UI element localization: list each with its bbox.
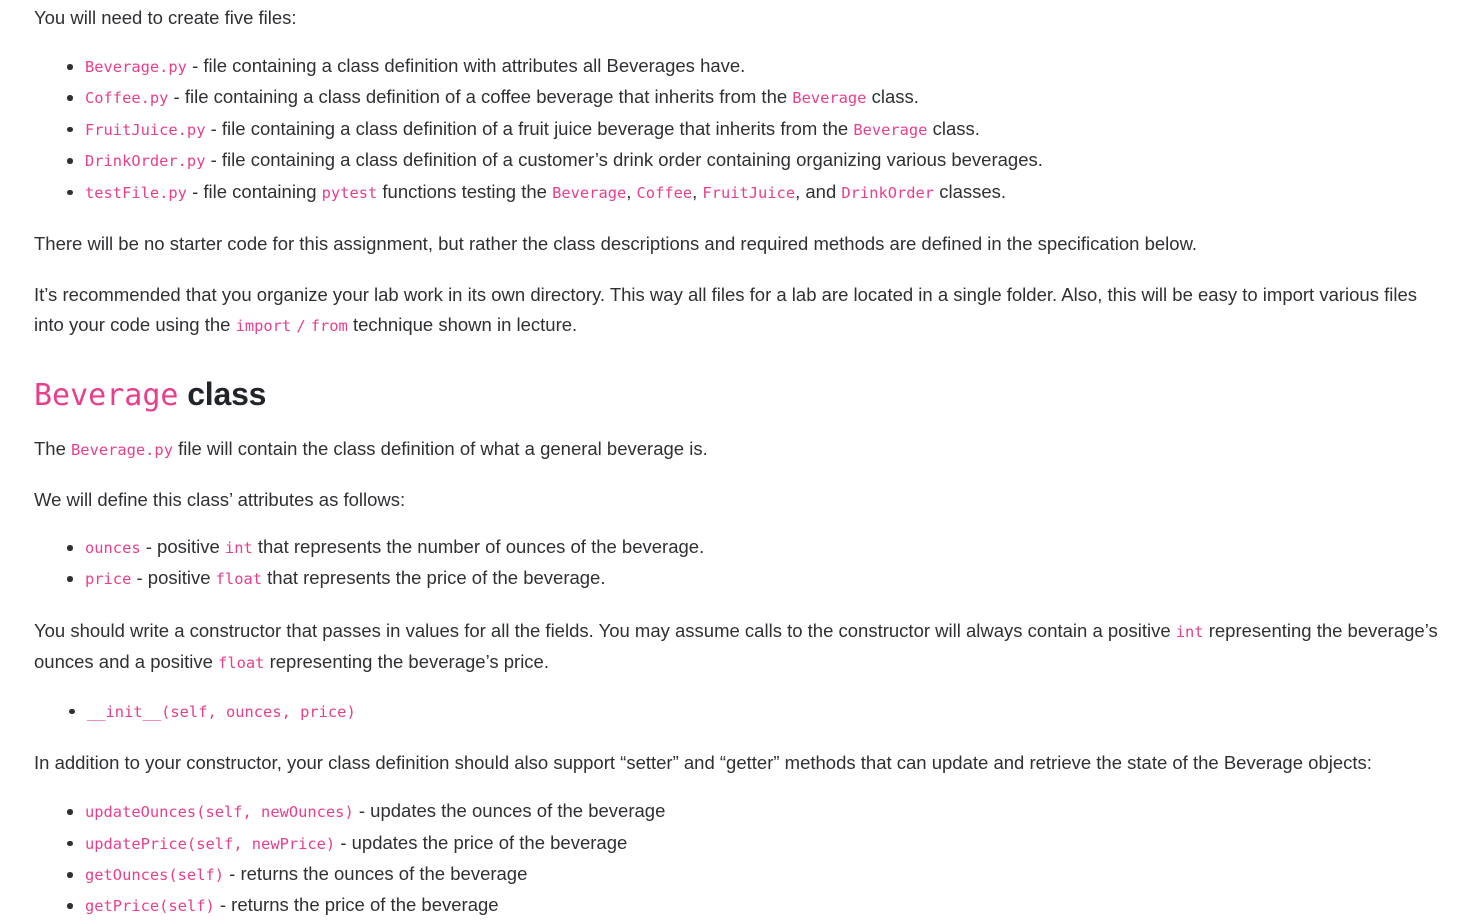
paragraph-text: technique shown in lecture. [347, 314, 578, 336]
heading-label: class [187, 376, 267, 413]
inline-code: ounces [85, 539, 141, 558]
list-item: updateOunces(self, newOunces) - updates … [34, 796, 1438, 827]
list-item-text: class. [927, 117, 980, 139]
inline-code: Coffee.py [85, 89, 169, 108]
list-item: Coffee.py - file containing a class defi… [34, 82, 1438, 113]
paragraph-text: You should write a constructor that pass… [34, 619, 1176, 641]
heading-inline-code: Beverage [34, 378, 179, 414]
list-item-text: - file containing a class definition wit… [186, 55, 746, 76]
inline-code: FruitJuice [702, 183, 796, 202]
inline-code: updateOunces(self, newOunces) [85, 803, 354, 822]
list-item-text: - file containing a class definition of … [205, 149, 1043, 171]
inline-code: getPrice(self) [85, 897, 215, 916]
list-item-text: that represents the price of the beverag… [262, 567, 606, 589]
inline-code: pytest [321, 183, 378, 202]
list-item-text: - file containing [186, 180, 322, 202]
list-item: ounces - positive int that represents th… [34, 532, 1438, 563]
list-item-text: that represents the number of ounces of … [252, 536, 705, 558]
inline-code: int [224, 539, 253, 558]
page-title: Beverage class [34, 341, 1438, 416]
list-item-text: - positive [140, 536, 225, 558]
list-item: FruitJuice.py - file containing a class … [34, 114, 1438, 145]
file-contains-paragraph: The Beverage.py file will contain the cl… [34, 434, 1438, 465]
list-item: __init__(self, ounces, price) [34, 696, 1438, 727]
inline-code: float [215, 570, 262, 589]
list-item-text: - returns the price of the beverage [214, 894, 499, 916]
list-item: testFile.py - file containing pytest fun… [34, 177, 1438, 208]
inline-code: updatePrice(self, newPrice) [85, 834, 336, 853]
inline-code: DrinkOrder [841, 183, 935, 202]
inline-code: Beverage.py [85, 58, 187, 76]
inline-code: FruitJuice.py [85, 120, 206, 139]
inline-code: getOunces(self) [85, 866, 224, 885]
inline-code: float [218, 653, 265, 672]
list-item-text: , [692, 180, 703, 202]
list-item: getOunces(self) - returns the ounces of … [34, 859, 1438, 890]
paragraph-text: representing the beverage’s price. [264, 650, 549, 672]
no-starter-code-paragraph: There will be no starter code for this a… [34, 233, 1198, 255]
list-item: getPrice(self) - returns the price of th… [34, 890, 1438, 921]
paragraph-text: file will contain the class definition o… [172, 438, 708, 460]
attributes-intro-paragraph: We will define this class’ attributes as… [34, 489, 406, 511]
inline-code: Coffee [636, 183, 693, 202]
inline-code: int [1175, 622, 1204, 641]
list-item-text: - updates the ounces of the beverage [353, 800, 666, 822]
methods-list: updateOunces(self, newOunces) - updates … [34, 796, 1438, 922]
list-item: updatePrice(self, newPrice) - updates th… [34, 828, 1438, 859]
list-item-text: - positive [131, 567, 216, 589]
inline-code: DrinkOrder.py [85, 152, 206, 171]
list-item-text: , and [795, 180, 842, 202]
list-item-text: classes. [934, 180, 1007, 202]
inline-code: Beverage [853, 120, 928, 139]
inline-code: Beverage [552, 183, 627, 202]
list-item: price - positive float that represents t… [34, 563, 1438, 594]
inline-code: price [85, 570, 132, 589]
attributes-list: ounces - positive int that represents th… [34, 532, 1438, 595]
document-body: You will need to create five files: Beve… [0, 0, 1464, 922]
intro-paragraph: You will need to create five files: [34, 7, 297, 28]
inline-code: from [310, 317, 348, 336]
inline-code: __init__(self, ounces, price) [87, 702, 356, 721]
inline-code: Beverage.py [71, 441, 173, 460]
heading-plain-text: class [179, 376, 267, 413]
inline-code: testFile.py [85, 183, 187, 202]
inline-code: import [235, 317, 292, 336]
setter-getter-paragraph: In addition to your constructor, your cl… [34, 752, 1372, 774]
list-item: Beverage.py - file containing a class de… [34, 51, 1438, 82]
list-item-text: functions testing the [377, 180, 553, 202]
recommended-paragraph: It’s recommended that you organize your … [34, 280, 1438, 341]
list-item-text: class. [866, 86, 919, 108]
paragraph-text: The [34, 438, 72, 460]
constructor-list: __init__(self, ounces, price) [34, 696, 1438, 727]
constructor-paragraph: You should write a constructor that pass… [34, 616, 1438, 678]
list-item-text: - updates the price of the beverage [335, 831, 628, 853]
inline-code: Beverage [792, 89, 867, 108]
list-item-text: , [626, 180, 637, 202]
list-item-text: - file containing a class definition of … [168, 86, 793, 108]
inline-code: / [296, 317, 306, 336]
list-item: DrinkOrder.py - file containing a class … [34, 145, 1438, 176]
list-item-text: - returns the ounces of the beverage [224, 863, 528, 885]
list-item-text: - file containing a class definition of … [205, 117, 854, 139]
files-list: Beverage.py - file containing a class de… [34, 51, 1438, 208]
